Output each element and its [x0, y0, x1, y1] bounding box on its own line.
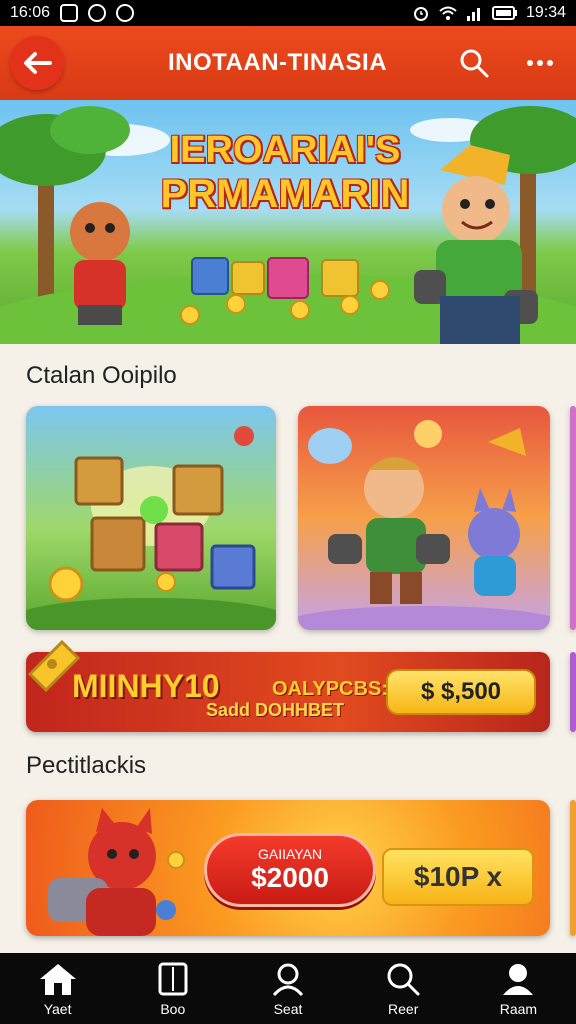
- promo-banner-peek[interactable]: [570, 652, 576, 732]
- section-heading-promos: Pectitlackis: [26, 752, 147, 779]
- back-button[interactable]: [10, 36, 64, 90]
- more-dots-icon[interactable]: [526, 58, 554, 68]
- nav-item-profile[interactable]: Raam: [461, 953, 576, 1024]
- nav-label-book: Boo: [160, 1000, 186, 1017]
- promo1-title2: OALYPCBS:: [272, 678, 388, 700]
- alarm-icon: [413, 7, 428, 21]
- arrow-left-icon: [24, 52, 52, 74]
- app-bar: INOTAAN-TINASIA: [0, 26, 576, 100]
- page-title: INOTAAN-TINASIA: [168, 49, 388, 76]
- promo2-character: [48, 808, 185, 936]
- status-clock: 19:34: [525, 4, 566, 21]
- hero-title-line1: IEROARIAI'S: [169, 129, 401, 171]
- signal-icon: [466, 8, 480, 21]
- promo1-claim-button[interactable]: $ $,500: [386, 669, 536, 715]
- game-card-3-peek[interactable]: [570, 406, 576, 630]
- nav-label-home: Yaet: [43, 1000, 72, 1017]
- notification-icon: [60, 4, 79, 22]
- wifi-icon: [439, 6, 457, 20]
- battery-icon: [491, 6, 517, 20]
- nav-item-book[interactable]: Boo: [115, 953, 230, 1024]
- nav-label-profile: Raam: [499, 1000, 538, 1017]
- nav-label-seat: Seat: [273, 1000, 303, 1017]
- game-card-2[interactable]: [298, 406, 550, 630]
- hero-banner[interactable]: IEROARIAI'S PRMAMARIN: [0, 100, 576, 344]
- hero-title-line2: PRMAMARIN: [160, 171, 410, 216]
- nav-item-seat[interactable]: Seat: [230, 953, 345, 1024]
- status-time: 16:06: [10, 4, 51, 21]
- user-search-icon: [272, 963, 304, 996]
- nav-item-home[interactable]: Yaet: [0, 953, 115, 1024]
- promo-banner-2[interactable]: GAIIAYAN $2000 $10P x: [26, 800, 550, 936]
- nav-label-search: Reer: [388, 1000, 419, 1017]
- promo1-title: MIINHY10: [72, 668, 220, 704]
- promo1-subtitle: Sadd DOHHBET: [206, 700, 345, 720]
- nav-item-search[interactable]: Reer: [346, 953, 461, 1024]
- profile-icon: [503, 963, 534, 995]
- promo-banner-1[interactable]: MIINHY10 OALYPCBS: Sadd DOHHBET $ $,500: [26, 639, 550, 732]
- game-card-1-art: [26, 406, 276, 630]
- promo2-peek[interactable]: [570, 800, 576, 936]
- bottom-nav: Yaet Boo Seat Reer Raam: [0, 953, 576, 1024]
- promo2-amount-badge[interactable]: $10P x: [382, 848, 534, 906]
- game-card-1[interactable]: [26, 406, 276, 630]
- section-heading-featured: Ctalan Ooipilo: [26, 362, 177, 389]
- home-icon: [39, 963, 76, 995]
- game-card-2-art: [298, 406, 550, 630]
- chat-icon: [116, 4, 135, 22]
- book-icon: [158, 962, 188, 995]
- promo2-button-amount: $2000: [251, 862, 329, 893]
- hero-title: IEROARIAI'S PRMAMARIN: [150, 129, 420, 216]
- cat-icon: [88, 4, 107, 22]
- search-icon: [387, 963, 420, 995]
- promo2-bonus-button[interactable]: GAIIAYAN $2000: [204, 833, 376, 907]
- search-icon[interactable]: [458, 47, 490, 79]
- promo2-button-small: GAIIAYAN: [257, 846, 323, 862]
- status-bar: 16:06 19:34: [0, 0, 576, 26]
